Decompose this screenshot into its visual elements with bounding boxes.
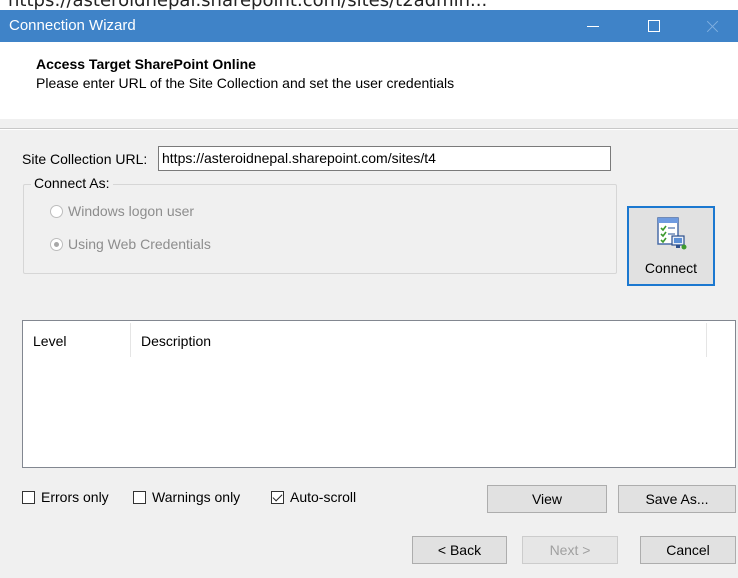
auto-scroll-checkbox[interactable]: Auto-scroll [271, 489, 356, 505]
minimize-icon[interactable] [570, 10, 616, 42]
checkbox-icon[interactable] [133, 490, 146, 504]
checkbox-label: Auto-scroll [290, 489, 357, 505]
close-icon[interactable] [690, 10, 736, 42]
save-as-button[interactable]: Save As... [618, 485, 736, 513]
page-subtitle: Please enter URL of the Site Collection … [36, 75, 455, 91]
maximize-icon[interactable] [630, 10, 676, 42]
window-title: Connection Wizard [9, 17, 136, 34]
radio-label: Windows logon user [68, 203, 195, 219]
back-button[interactable]: < Back [412, 536, 507, 564]
checkbox-checked-icon[interactable] [271, 490, 284, 504]
view-button[interactable]: View [487, 485, 607, 513]
site-url-label: Site Collection URL: [22, 151, 148, 167]
column-header-description[interactable]: Description [141, 333, 211, 349]
connect-as-group [23, 184, 617, 274]
site-url-input[interactable]: https://asteroidnepal.sharepoint.com/sit… [158, 146, 611, 171]
log-header: Level Description [23, 321, 735, 361]
header-divider [0, 128, 738, 130]
connection-settings-icon [657, 217, 687, 250]
connect-button-label: Connect [644, 260, 698, 276]
checkbox-label: Warnings only [152, 489, 241, 505]
next-button[interactable]: Next > [522, 536, 618, 564]
radio-windows-logon[interactable]: Windows logon user [50, 203, 194, 219]
log-list[interactable]: Level Description [22, 320, 736, 468]
connect-as-label: Connect As: [31, 175, 113, 191]
radio-selected-icon[interactable] [50, 237, 63, 251]
radio-web-credentials[interactable]: Using Web Credentials [50, 236, 211, 252]
connect-button[interactable]: Connect [627, 206, 715, 286]
background-window-strip: https://asteroidnepal.sharepoint.com/sit… [0, 0, 738, 10]
title-bar[interactable]: Connection Wizard [0, 10, 738, 42]
warnings-only-checkbox[interactable]: Warnings only [133, 489, 240, 505]
radio-label: Using Web Credentials [68, 236, 211, 252]
checkbox-label: Errors only [41, 489, 109, 505]
radio-icon[interactable] [50, 204, 63, 218]
column-divider[interactable] [130, 323, 131, 357]
wizard-header: Access Target SharePoint Online Please e… [0, 42, 738, 119]
page-title: Access Target SharePoint Online [36, 56, 256, 72]
column-divider[interactable] [706, 323, 707, 357]
checkbox-icon[interactable] [22, 490, 35, 504]
cancel-button[interactable]: Cancel [640, 536, 736, 564]
background-url-text: https://asteroidnepal.sharepoint.com/sit… [8, 0, 487, 10]
errors-only-checkbox[interactable]: Errors only [22, 489, 109, 505]
column-header-level[interactable]: Level [33, 333, 66, 349]
